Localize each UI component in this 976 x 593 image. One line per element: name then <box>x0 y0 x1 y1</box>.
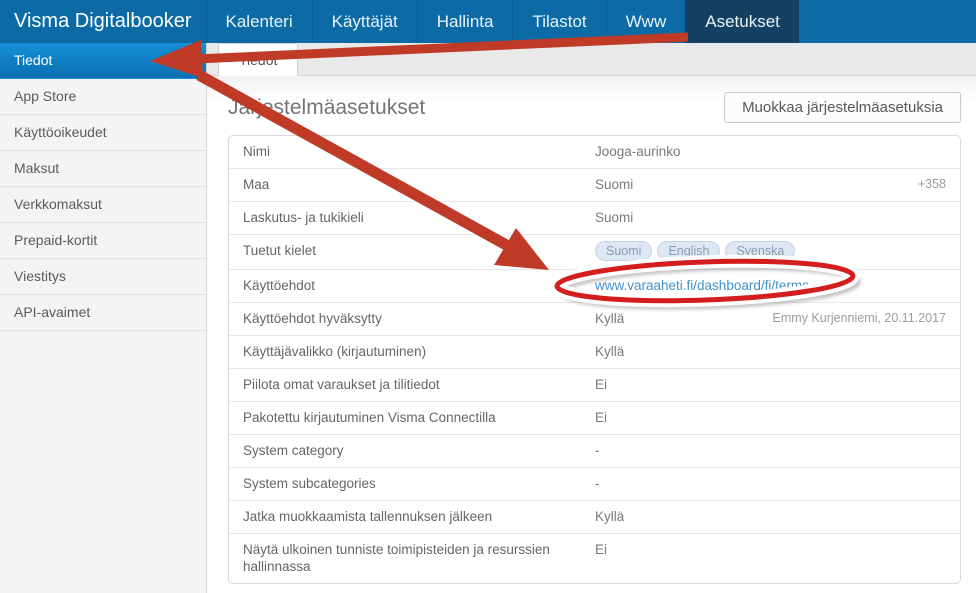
language-badge-english: English <box>657 241 720 261</box>
content-header: Järjestelmäasetukset Muokkaa järjestelmä… <box>228 92 961 123</box>
settings-row: Käyttöehdot hyväksyttyKyllä Emmy Kurjenni… <box>229 303 960 336</box>
settings-row: NimiJooga-aurinko <box>229 136 960 169</box>
sidebar-item-tiedot[interactable]: Tiedot <box>0 43 206 79</box>
setting-label: Käyttöehdot hyväksytty <box>243 310 595 327</box>
edit-system-settings-button[interactable]: Muokkaa järjestelmäasetuksia <box>724 92 961 123</box>
setting-value: Ei <box>595 377 607 392</box>
nav-item-www[interactable]: Www <box>606 0 686 43</box>
setting-label: System category <box>243 442 595 459</box>
sidebar: TiedotApp StoreKäyttöoikeudetMaksutVerkk… <box>0 43 207 593</box>
settings-row: Käyttöehdotwww.varaaheti.fi/dashboard/fi… <box>229 270 960 303</box>
main-content: Tiedot Järjestelmäasetukset Muokkaa järj… <box>207 43 976 593</box>
setting-label: Pakotettu kirjautuminen Visma Connectill… <box>243 409 595 426</box>
setting-label: Laskutus- ja tukikieli <box>243 209 595 226</box>
app-brand[interactable]: Visma Digitalbooker <box>0 0 206 43</box>
setting-value: Suomi <box>595 177 633 192</box>
setting-extra: Emmy Kurjenniemi, 20.11.2017 <box>763 310 946 327</box>
settings-table: NimiJooga-aurinkoMaaSuomi+358Laskutus- j… <box>228 135 961 584</box>
settings-row: Jatka muokkaamista tallennuksen jälkeenK… <box>229 501 960 534</box>
setting-label: Käyttäjävalikko (kirjautuminen) <box>243 343 595 360</box>
setting-label: Piilota omat varaukset ja tilitiedot <box>243 376 595 393</box>
nav-item-k-ytt-j-t[interactable]: Käyttäjät <box>312 0 417 43</box>
setting-value: Kyllä <box>595 509 624 524</box>
language-badge-svenska: Svenska <box>725 241 795 261</box>
setting-value: Ei <box>595 542 607 557</box>
setting-value: Kyllä <box>595 311 624 326</box>
page: Visma Digitalbooker KalenteriKäyttäjätHa… <box>0 0 976 593</box>
setting-label: System subcategories <box>243 475 595 492</box>
sidebar-item-api-avaimet[interactable]: API-avaimet <box>0 295 206 331</box>
nav-menu: KalenteriKäyttäjätHallintaTilastotWwwAse… <box>206 0 799 43</box>
sidebar-item-maksut[interactable]: Maksut <box>0 151 206 187</box>
settings-row: System subcategories- <box>229 468 960 501</box>
terms-link[interactable]: www.varaaheti.fi/dashboard/fi/terms <box>595 278 809 293</box>
setting-label: Maa <box>243 176 595 193</box>
setting-label: Käyttöehdot <box>243 277 595 294</box>
nav-item-hallinta[interactable]: Hallinta <box>417 0 513 43</box>
setting-extra: +358 <box>908 176 946 193</box>
content-area: Järjestelmäasetukset Muokkaa järjestelmä… <box>207 76 976 593</box>
sidebar-item-verkkomaksut[interactable]: Verkkomaksut <box>0 187 206 223</box>
settings-row: Piilota omat varaukset ja tilitiedotEi <box>229 369 960 402</box>
setting-value: - <box>595 443 600 458</box>
sidebar-item-k-ytt-oikeudet[interactable]: Käyttöoikeudet <box>0 115 206 151</box>
setting-label: Nimi <box>243 143 595 160</box>
page-title: Järjestelmäasetukset <box>228 96 425 120</box>
setting-value: Jooga-aurinko <box>595 144 681 159</box>
settings-row: MaaSuomi +358 <box>229 169 960 202</box>
settings-row: Näytä ulkoinen tunniste toimipisteiden j… <box>229 534 960 583</box>
setting-value: - <box>595 476 600 491</box>
tab-bar: Tiedot <box>207 43 976 76</box>
nav-item-tilastot[interactable]: Tilastot <box>512 0 605 43</box>
language-badge-suomi: Suomi <box>595 241 652 261</box>
top-nav: Visma Digitalbooker KalenteriKäyttäjätHa… <box>0 0 976 43</box>
settings-row: Pakotettu kirjautuminen Visma Connectill… <box>229 402 960 435</box>
settings-row: Laskutus- ja tukikieliSuomi <box>229 202 960 235</box>
setting-label: Tuetut kielet <box>243 242 595 261</box>
sidebar-item-viestitys[interactable]: Viestitys <box>0 259 206 295</box>
nav-item-asetukset[interactable]: Asetukset <box>685 0 799 43</box>
settings-row: System category- <box>229 435 960 468</box>
nav-item-kalenteri[interactable]: Kalenteri <box>206 0 312 43</box>
setting-value: Ei <box>595 410 607 425</box>
page-body: TiedotApp StoreKäyttöoikeudetMaksutVerkk… <box>0 43 976 593</box>
sidebar-item-app-store[interactable]: App Store <box>0 79 206 115</box>
setting-value: Suomi <box>595 210 633 225</box>
settings-row: Tuetut kieletSuomiEnglishSvenska <box>229 235 960 270</box>
settings-row: Käyttäjävalikko (kirjautuminen)Kyllä <box>229 336 960 369</box>
setting-label: Jatka muokkaamista tallennuksen jälkeen <box>243 508 595 525</box>
setting-value: Kyllä <box>595 344 624 359</box>
setting-label: Näytä ulkoinen tunniste toimipisteiden j… <box>243 541 595 575</box>
tab-tiedot[interactable]: Tiedot <box>218 43 298 76</box>
sidebar-item-prepaid-kortit[interactable]: Prepaid-kortit <box>0 223 206 259</box>
